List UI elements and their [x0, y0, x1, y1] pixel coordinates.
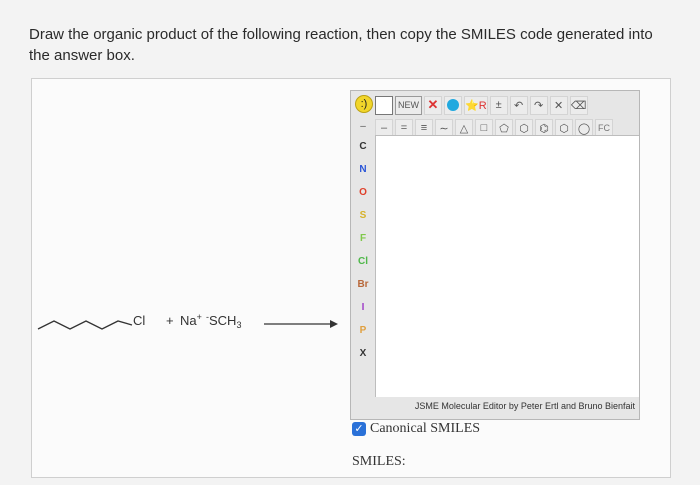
element-sidebar: – C N O S F Cl Br I P X	[353, 121, 373, 365]
sidebar-dash: –	[360, 121, 366, 132]
charge-icon[interactable]: ±	[489, 95, 508, 115]
canonical-label: Canonical SMILES	[370, 421, 481, 436]
reaction-arrow-head	[330, 320, 338, 328]
reaction-scheme: Cl + Na+ -SCH3	[36, 311, 346, 337]
element-cl-button[interactable]: Cl	[353, 250, 373, 273]
plus-sign: +	[166, 313, 174, 328]
element-x-button[interactable]: X	[353, 342, 373, 365]
blank-toggle-button[interactable]	[375, 95, 393, 115]
canonical-checkbox[interactable]: ✓	[352, 422, 366, 436]
smiles-label: SMILES:	[352, 454, 406, 469]
element-n-button[interactable]: N	[353, 158, 373, 181]
element-br-button[interactable]: Br	[353, 273, 373, 296]
alkyl-chain	[37, 320, 133, 330]
ring-delete-icon[interactable]: ⌫	[569, 95, 588, 115]
new-button[interactable]: NEW	[395, 95, 422, 115]
jsme-credit: JSME Molecular Editor by Peter Ertl and …	[414, 401, 635, 411]
undo-icon[interactable]: ↶	[509, 95, 528, 115]
sodium-label: Na+	[180, 312, 202, 328]
chloride-label: Cl	[133, 313, 146, 328]
element-f-button[interactable]: F	[353, 227, 373, 250]
color-dot-icon[interactable]	[444, 95, 462, 115]
redo-icon[interactable]: ↷	[529, 95, 548, 115]
element-i-button[interactable]: I	[353, 296, 373, 319]
element-s-button[interactable]: S	[353, 204, 373, 227]
canonical-smiles-option[interactable]: ✓ Canonical SMILES	[352, 421, 480, 437]
smiles-input[interactable]	[414, 454, 664, 472]
drawing-canvas[interactable]	[375, 135, 639, 397]
question-text: Draw the organic product of the followin…	[29, 26, 653, 64]
clear-icon[interactable]: ✕	[549, 95, 568, 115]
jsme-editor: :) NEW ✕ ⭐R ± ↶ ↷ ✕ ⌫ – = ≡ ∼ △ □ ⬠ ⬡ ⌬ …	[350, 90, 640, 420]
delete-icon[interactable]: ✕	[424, 95, 442, 115]
rgroup-icon[interactable]: ⭐R	[464, 95, 488, 115]
element-c-button[interactable]: C	[353, 135, 373, 158]
smiley-icon[interactable]: :)	[355, 95, 373, 113]
element-p-button[interactable]: P	[353, 319, 373, 342]
methanethiolate-label: -SCH3	[206, 312, 242, 330]
toolbar-row-1: NEW ✕ ⭐R ± ↶ ↷ ✕ ⌫	[375, 95, 590, 115]
element-o-button[interactable]: O	[353, 181, 373, 204]
